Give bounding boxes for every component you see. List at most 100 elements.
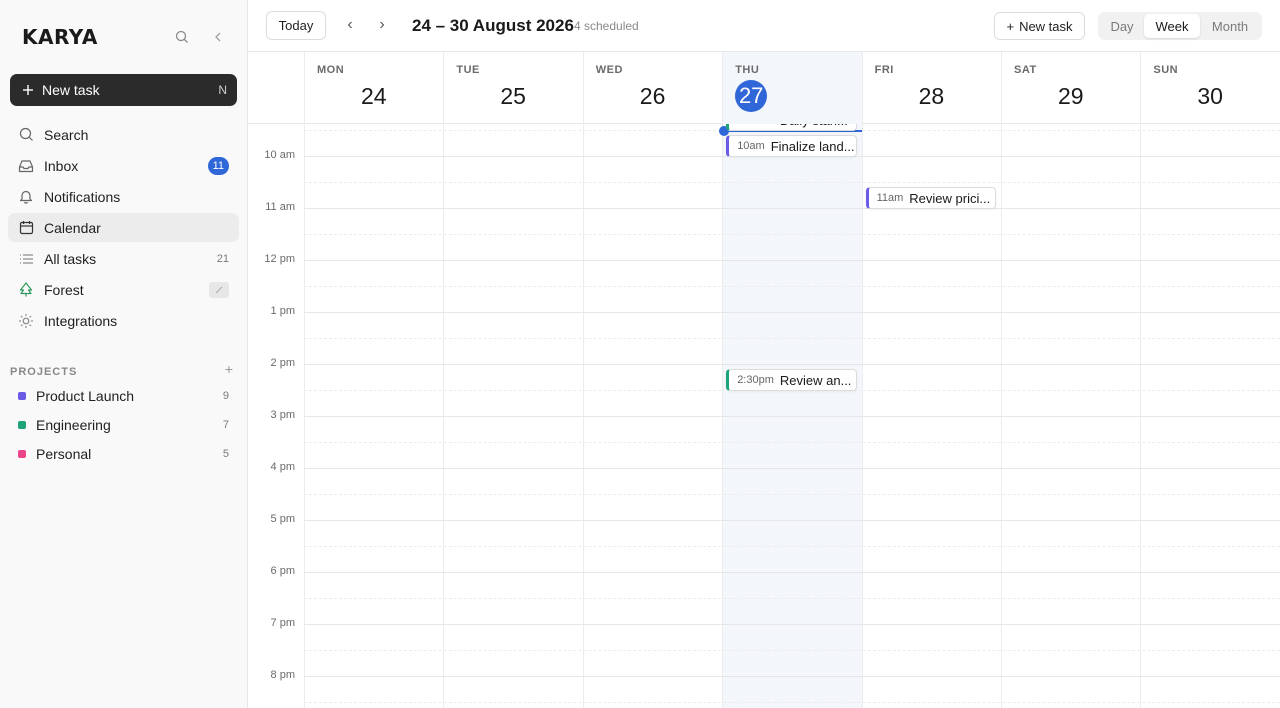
- week-day-headers: MON 24 TUE 25 WED 26 THU 27 FRI 28 SAT 29 SUN 30: [248, 52, 1280, 124]
- sidebar-item-search[interactable]: Search: [8, 120, 239, 149]
- bell-icon: [18, 189, 34, 205]
- calendar-event[interactable]: 11am Review prici...: [865, 187, 996, 209]
- sidebar-item-label: Notifications: [44, 188, 121, 205]
- all-tasks-count: 21: [216, 252, 229, 265]
- header-new-task-button[interactable]: + New task: [994, 12, 1085, 40]
- tree-icon: [18, 282, 34, 298]
- sidebar-item-label: Search: [44, 126, 89, 143]
- sidebar-item-label: Inbox: [44, 157, 79, 174]
- search-icon: [18, 127, 34, 143]
- project-engineering[interactable]: Engineering 7: [8, 410, 239, 439]
- day-date: 26: [639, 83, 666, 109]
- inbox-icon: [18, 158, 34, 174]
- day-header-fri[interactable]: FRI 28: [861, 52, 1001, 124]
- day-header-thu[interactable]: THU 27: [722, 52, 862, 124]
- event-title: Review prici...: [909, 190, 991, 206]
- event-time: 9:30am: [737, 124, 774, 126]
- project-label: Personal: [36, 445, 92, 462]
- view-switcher: Day Week Month: [1098, 12, 1262, 40]
- hour-line: [304, 468, 1280, 469]
- inbox-badge: 11: [207, 156, 229, 175]
- date-range-title: 24 – 30 August 2026: [412, 16, 574, 35]
- half-hour-line: [304, 338, 1280, 339]
- day-name: MON: [317, 64, 345, 76]
- day-name: FRI: [874, 64, 894, 76]
- plus-icon: [23, 85, 33, 95]
- sidebar-item-forest[interactable]: Forest: [8, 275, 239, 304]
- hour-label: 8 pm: [270, 669, 295, 681]
- hour-line: [304, 520, 1280, 521]
- sidebar-item-label: Forest: [44, 281, 84, 298]
- sidebar-new-task-button[interactable]: New task N: [10, 74, 237, 106]
- event-time: 11am: [876, 192, 904, 204]
- calendar-event[interactable]: 9:30am Daily stan...: [726, 124, 857, 131]
- event-time: 2:30pm: [737, 374, 774, 386]
- day-name: SAT: [1014, 64, 1037, 76]
- edit-icon[interactable]: [209, 281, 229, 298]
- event-title: Review an...: [779, 372, 852, 388]
- half-hour-line: [304, 442, 1280, 443]
- karya-logo: KARYA: [22, 25, 98, 48]
- half-hour-line: [304, 494, 1280, 495]
- view-month-button[interactable]: Month: [1200, 14, 1260, 38]
- half-hour-line: [304, 702, 1280, 703]
- sidebar-search-icon[interactable]: [173, 28, 191, 46]
- sidebar-item-inbox[interactable]: Inbox 11: [8, 151, 239, 180]
- view-day-button[interactable]: Day: [1100, 14, 1144, 38]
- project-color-dot: [18, 420, 26, 429]
- calendar-header: Today ‹ › 24 – 30 August 2026 4 schedule…: [248, 0, 1280, 52]
- sidebar-item-calendar[interactable]: Calendar: [8, 213, 239, 242]
- project-personal[interactable]: Personal 5: [8, 439, 239, 468]
- view-week-button[interactable]: Week: [1144, 14, 1200, 38]
- add-project-icon[interactable]: +: [225, 361, 233, 377]
- day-date: 30: [1197, 83, 1223, 109]
- day-date: 25: [500, 83, 526, 109]
- projects-list: Product Launch 9 Engineering 7 Personal …: [8, 381, 239, 468]
- sidebar-item-label: Calendar: [44, 219, 101, 236]
- day-header-sun[interactable]: SUN 30: [1140, 52, 1279, 124]
- hour-line: [304, 624, 1280, 625]
- sidebar-nav: Search Inbox 11 Notifications Calendar A…: [8, 120, 239, 337]
- today-button[interactable]: Today: [266, 11, 326, 40]
- hour-label: 12 pm: [264, 253, 295, 265]
- time-gutter: 10 am 11 am 12 pm 1 pm 2 pm 3 pm 4 pm 5 pm 6 pm 7…: [248, 124, 304, 708]
- day-header-mon[interactable]: MON 24: [304, 52, 443, 124]
- hour-line: [304, 416, 1280, 417]
- projects-header: PROJECTS +: [10, 361, 237, 378]
- sidebar-item-all-tasks[interactable]: All tasks 21: [8, 244, 239, 273]
- new-task-label: New task: [1019, 18, 1073, 34]
- hour-line: [304, 208, 1280, 209]
- calendar-event[interactable]: 10am Finalize land...: [726, 135, 857, 157]
- sidebar-item-notifications[interactable]: Notifications: [8, 182, 239, 211]
- collapse-sidebar-icon[interactable]: [209, 28, 227, 46]
- day-date-today: 27: [735, 80, 768, 112]
- prev-week-button[interactable]: ‹: [340, 14, 360, 36]
- calendar-event[interactable]: 2:30pm Review an...: [726, 369, 857, 391]
- hour-line: [304, 312, 1280, 313]
- project-product-launch[interactable]: Product Launch 9: [8, 381, 239, 410]
- sidebar-item-label: Integrations: [44, 312, 118, 329]
- day-header-sat[interactable]: SAT 29: [1001, 52, 1140, 124]
- sidebar-item-integrations[interactable]: Integrations: [8, 306, 239, 335]
- project-label: Engineering: [36, 416, 111, 433]
- half-hour-line: [304, 286, 1280, 287]
- sidebar-item-label: All tasks: [44, 250, 97, 267]
- new-task-label: New task: [42, 82, 100, 98]
- list-icon: [18, 251, 34, 267]
- project-count: 7: [222, 418, 229, 431]
- event-title: Finalize land...: [770, 138, 855, 154]
- half-hour-line: [304, 546, 1280, 547]
- day-header-wed[interactable]: WED 26: [582, 52, 722, 124]
- hour-line: [304, 364, 1280, 365]
- half-hour-line: [304, 234, 1280, 235]
- day-header-tue[interactable]: TUE 25: [443, 52, 582, 124]
- hour-label: 6 pm: [270, 565, 295, 577]
- week-grid: 10 am 11 am 12 pm 1 pm 2 pm 3 pm 4 pm 5 pm 6 pm 7…: [248, 124, 1280, 708]
- project-color-dot: [18, 391, 26, 400]
- day-date: 24: [361, 83, 387, 109]
- day-name: TUE: [456, 64, 480, 76]
- svg-text:KARYA: KARYA: [22, 25, 98, 48]
- next-week-button[interactable]: ›: [372, 14, 392, 36]
- hour-label: 4 pm: [270, 461, 295, 473]
- new-task-shortcut: N: [218, 83, 227, 97]
